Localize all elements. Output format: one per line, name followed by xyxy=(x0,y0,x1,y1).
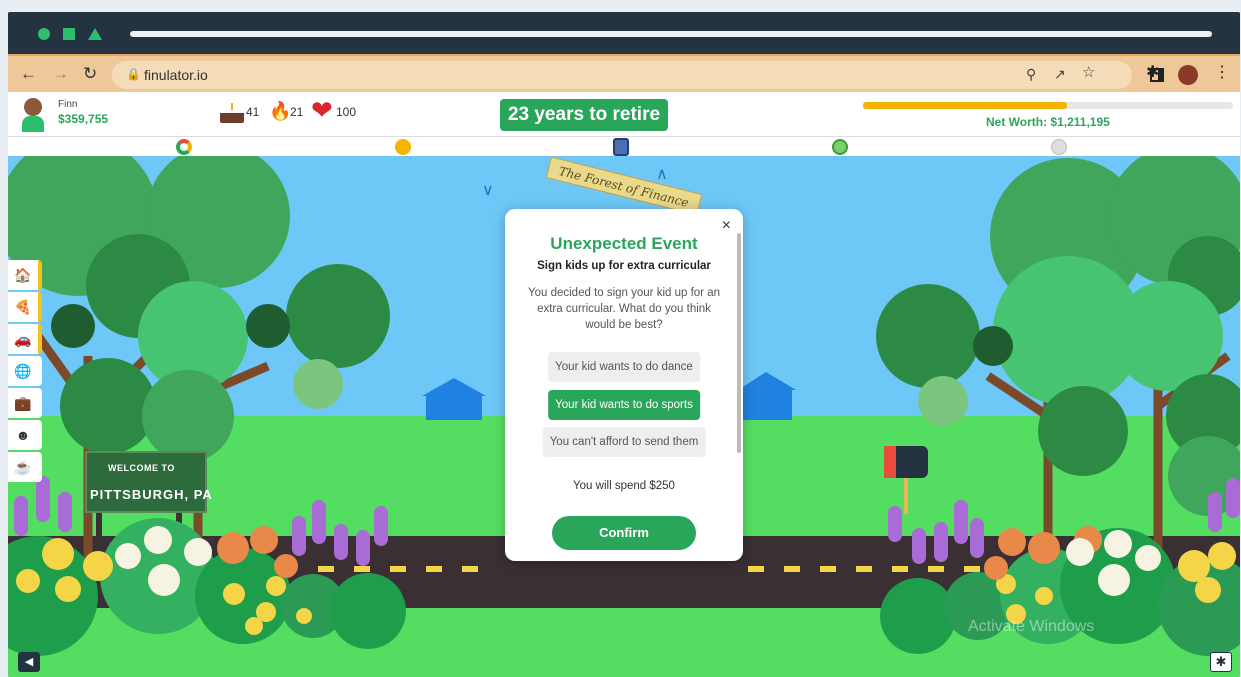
globe-tab-icon[interactable] xyxy=(832,139,848,155)
ball-tab-icon[interactable] xyxy=(1051,139,1067,155)
forward-icon[interactable]: → xyxy=(52,64,69,84)
browser-toolbar: ← → ↻ 🔒 finulator.io ⚲ ↗ ☆ ✱ ⋮ xyxy=(8,54,1240,92)
confirm-button[interactable]: Confirm xyxy=(552,516,696,550)
net-worth-label: Net Worth: $1,211,195 xyxy=(986,115,1110,129)
square-logo-icon xyxy=(63,28,75,40)
lock-icon: 🔒 xyxy=(126,67,141,81)
circle-logo-icon xyxy=(38,28,50,40)
option-sports-button[interactable]: Your kid wants to do sports xyxy=(548,390,700,420)
avatar[interactable] xyxy=(22,98,44,132)
chevron-down-icon[interactable]: ∨ xyxy=(482,180,494,200)
back-icon[interactable]: ← xyxy=(20,64,37,84)
option-dance-button[interactable]: Your kid wants to do dance xyxy=(548,352,700,382)
modal-scrollbar[interactable] xyxy=(737,233,741,453)
event-modal: × Unexpected Event Sign kids up for extr… xyxy=(505,209,743,561)
close-icon[interactable]: × xyxy=(722,217,731,235)
app-frame: ← → ↻ 🔒 finulator.io ⚲ ↗ ☆ ✱ ⋮ Finn $359… xyxy=(8,12,1240,677)
sidebar-item-bag[interactable]: 💼 xyxy=(8,388,42,418)
title-strip xyxy=(130,31,1212,37)
triangle-logo-icon xyxy=(88,28,102,40)
coin-tab-icon[interactable] xyxy=(395,139,411,155)
profile-avatar-icon[interactable] xyxy=(1178,65,1198,85)
net-worth-progress xyxy=(863,102,1233,109)
player-name: Finn xyxy=(58,99,78,110)
settings-icon[interactable]: ✱ xyxy=(1210,652,1232,672)
calculator-tab-icon[interactable] xyxy=(613,138,629,156)
spend-text: You will spend $250 xyxy=(573,480,675,492)
sidebar-item-bowl[interactable]: ☕ xyxy=(8,452,42,482)
sidebar-item-food[interactable]: 🍕 xyxy=(8,292,42,322)
flame-icon: 🔥 xyxy=(269,101,292,121)
modal-body: You decided to sign your kid up for an e… xyxy=(527,287,720,331)
ring-tab-icon[interactable] xyxy=(176,139,192,155)
health-value: 100 xyxy=(336,105,357,119)
sidebar-item-globe[interactable]: 🌐 xyxy=(8,356,42,386)
sidebar-item-face[interactable]: ☻ xyxy=(8,420,42,450)
sign-line-2: PITTSBURGH, PA xyxy=(90,487,213,502)
bookmark-star-icon[interactable]: ☆ xyxy=(1082,65,1095,81)
option-cannot-afford-button[interactable]: You can't afford to send them xyxy=(542,427,706,457)
modal-subtitle: Sign kids up for extra curricular xyxy=(537,260,711,272)
mute-icon[interactable]: ◀ xyxy=(18,652,40,672)
heart-icon: ❤ xyxy=(311,95,333,125)
windows-watermark: Activate Windows xyxy=(968,618,1095,635)
address-bar[interactable]: 🔒 finulator.io ⚲ ↗ ☆ xyxy=(112,61,1132,89)
cake-icon xyxy=(220,103,244,123)
sidepanel-icon[interactable] xyxy=(1150,68,1164,82)
section-icon-row xyxy=(8,136,1240,156)
streak-value: 21 xyxy=(290,105,304,119)
sidebar-item-housing[interactable]: 🏠 xyxy=(8,260,42,290)
window-bar xyxy=(8,12,1240,52)
menu-icon[interactable]: ⋮ xyxy=(1214,65,1230,81)
game-header: Finn $359,755 41 🔥 21 ❤ 100 23 years to … xyxy=(8,92,1240,136)
modal-title: Unexpected Event xyxy=(550,234,698,253)
url-text: finulator.io xyxy=(144,67,208,83)
sidebar-item-car[interactable]: 🚗 xyxy=(8,324,42,354)
age-value: 41 xyxy=(246,105,260,119)
sign-line-1: WELCOME TO xyxy=(108,463,175,473)
chevron-up-icon[interactable]: ∧ xyxy=(656,164,668,184)
net-worth-progress-fill xyxy=(863,102,1067,109)
retire-banner: 23 years to retire xyxy=(500,99,668,131)
reload-icon[interactable]: ↻ xyxy=(83,64,97,84)
player-cash: $359,755 xyxy=(58,112,109,126)
retire-banner-text: 23 years to retire xyxy=(507,104,661,125)
zoom-icon[interactable]: ⚲ xyxy=(1026,66,1036,82)
share-icon[interactable]: ↗ xyxy=(1054,66,1066,82)
